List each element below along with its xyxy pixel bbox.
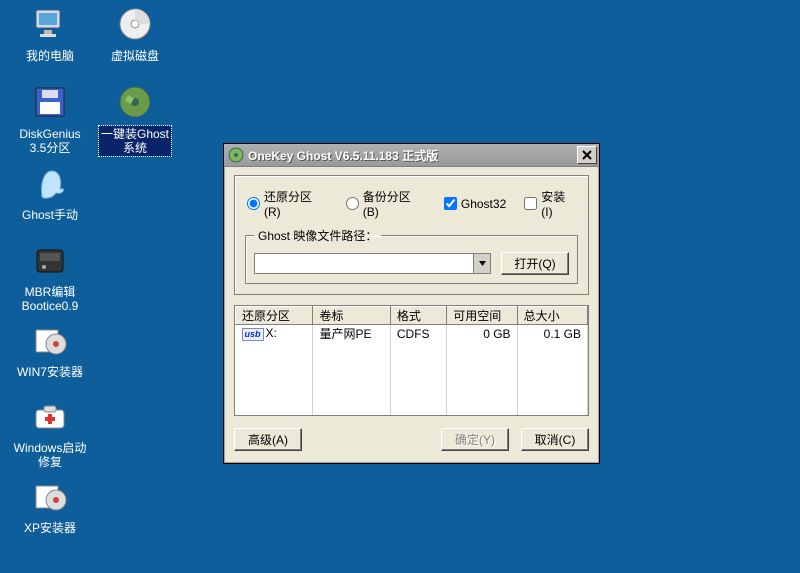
cd-green-icon xyxy=(115,82,155,122)
chevron-down-icon xyxy=(478,259,487,268)
desktop-icon-ghost-manual[interactable]: Ghost手动 xyxy=(10,163,90,223)
advanced-button-label: 高级(A) xyxy=(248,431,288,448)
path-dropdown-button[interactable] xyxy=(473,254,490,273)
desktop-icon-label: WIN7安装器 xyxy=(15,364,85,380)
ghost32-checkbox-input[interactable] xyxy=(444,197,457,210)
desktop-icon-my-computer[interactable]: 我的电脑 xyxy=(10,4,90,64)
advanced-button[interactable]: 高级(A) xyxy=(234,428,302,451)
table-row[interactable]: usbX: 量产网PE CDFS 0 GB 0.1 GB xyxy=(236,325,588,343)
desktop-icon-label: Ghost手动 xyxy=(20,207,80,223)
desktop-icon-xp-installer[interactable]: XP安装器 xyxy=(10,476,90,536)
desktop-icon-label: DiskGenius 3.5分区 xyxy=(17,126,82,156)
col-format[interactable]: 格式 xyxy=(390,307,446,325)
desktop-icon-windows-boot-repair[interactable]: Windows启动 修复 xyxy=(10,396,90,470)
table-row: . xyxy=(236,397,588,415)
firstaid-icon xyxy=(30,396,70,436)
desktop-icon-label: MBR编辑 Bootice0.9 xyxy=(20,284,81,314)
col-restore-partition[interactable]: 还原分区 xyxy=(236,307,313,325)
computer-icon xyxy=(30,4,70,44)
restore-radio-label: 还原分区(R) xyxy=(264,188,328,219)
disk-dark-icon xyxy=(30,240,70,280)
table-row: . xyxy=(236,379,588,397)
cell-drive: usbX: xyxy=(236,325,313,343)
desktop-icon-virtual-disk[interactable]: 虚拟磁盘 xyxy=(95,4,175,64)
cd-box1-icon xyxy=(30,320,70,360)
path-combobox[interactable] xyxy=(254,253,491,274)
cd-icon xyxy=(115,4,155,44)
install-checkbox-label: 安装(I) xyxy=(541,188,576,219)
col-volume[interactable]: 卷标 xyxy=(313,307,390,325)
path-fieldset: Ghost 映像文件路径： 打开(Q) xyxy=(245,227,578,284)
ghost-icon xyxy=(30,163,70,203)
drive-label: X: xyxy=(266,326,277,340)
app-icon xyxy=(228,147,244,163)
titlebar[interactable]: OneKey Ghost V6.5.11.183 正式版 xyxy=(224,144,599,167)
open-button-label: 打开(Q) xyxy=(514,255,555,272)
desktop-icon-win7-installer[interactable]: WIN7安装器 xyxy=(10,320,90,380)
cell-volume: 量产网PE xyxy=(313,325,390,343)
desktop-icon-label: XP安装器 xyxy=(22,520,78,536)
window-title: OneKey Ghost V6.5.11.183 正式版 xyxy=(248,147,577,164)
cell-format: CDFS xyxy=(390,325,446,343)
restore-radio-input[interactable] xyxy=(247,197,260,210)
close-icon xyxy=(582,150,592,160)
restore-radio[interactable]: 还原分区(R) xyxy=(247,188,328,219)
ok-button-label: 确定(Y) xyxy=(455,431,495,448)
backup-radio-label: 备份分区(B) xyxy=(363,188,426,219)
usb-icon: usb xyxy=(242,328,264,341)
cell-free: 0 GB xyxy=(447,325,517,343)
backup-radio-input[interactable] xyxy=(346,197,359,210)
close-button[interactable] xyxy=(577,146,597,164)
cancel-button-label: 取消(C) xyxy=(535,431,576,448)
path-legend: Ghost 映像文件路径： xyxy=(254,227,381,244)
ok-button[interactable]: 确定(Y) xyxy=(441,428,509,451)
desktop-icon-diskgenius[interactable]: DiskGenius 3.5分区 xyxy=(10,82,90,156)
backup-radio[interactable]: 备份分区(B) xyxy=(346,188,426,219)
floppy-icon xyxy=(30,82,70,122)
cell-total: 0.1 GB xyxy=(517,325,587,343)
desktop-icon-label: 虚拟磁盘 xyxy=(109,48,161,64)
desktop-icon-onekey-ghost[interactable]: 一键装Ghost 系统 xyxy=(95,82,175,156)
desktop-icon-label: 我的电脑 xyxy=(24,48,76,64)
col-free[interactable]: 可用空间 xyxy=(447,307,517,325)
onekey-ghost-dialog: OneKey Ghost V6.5.11.183 正式版 还原分区(R) 备份分… xyxy=(223,143,600,464)
table-row: . xyxy=(236,361,588,379)
desktop-icon-mbr-bootice[interactable]: MBR编辑 Bootice0.9 xyxy=(10,240,90,314)
path-input[interactable] xyxy=(255,254,473,273)
install-checkbox[interactable]: 安装(I) xyxy=(524,188,576,219)
ghost32-checkbox[interactable]: Ghost32 xyxy=(444,197,506,211)
options-group: 还原分区(R) 备份分区(B) Ghost32 安装(I) Ghost 映像文件… xyxy=(234,175,589,295)
col-total[interactable]: 总大小 xyxy=(517,307,587,325)
desktop-icon-label: 一键装Ghost 系统 xyxy=(99,126,171,156)
open-button[interactable]: 打开(Q) xyxy=(501,252,569,275)
install-checkbox-input[interactable] xyxy=(524,197,537,210)
table-row: . xyxy=(236,343,588,361)
ghost32-checkbox-label: Ghost32 xyxy=(461,197,506,211)
cancel-button[interactable]: 取消(C) xyxy=(521,428,589,451)
desktop-icon-label: Windows启动 修复 xyxy=(12,440,89,470)
cd-box2-icon xyxy=(30,476,70,516)
partition-table[interactable]: 还原分区 卷标 格式 可用空间 总大小 usbX: 量产网PE CDFS 0 G… xyxy=(234,305,589,416)
